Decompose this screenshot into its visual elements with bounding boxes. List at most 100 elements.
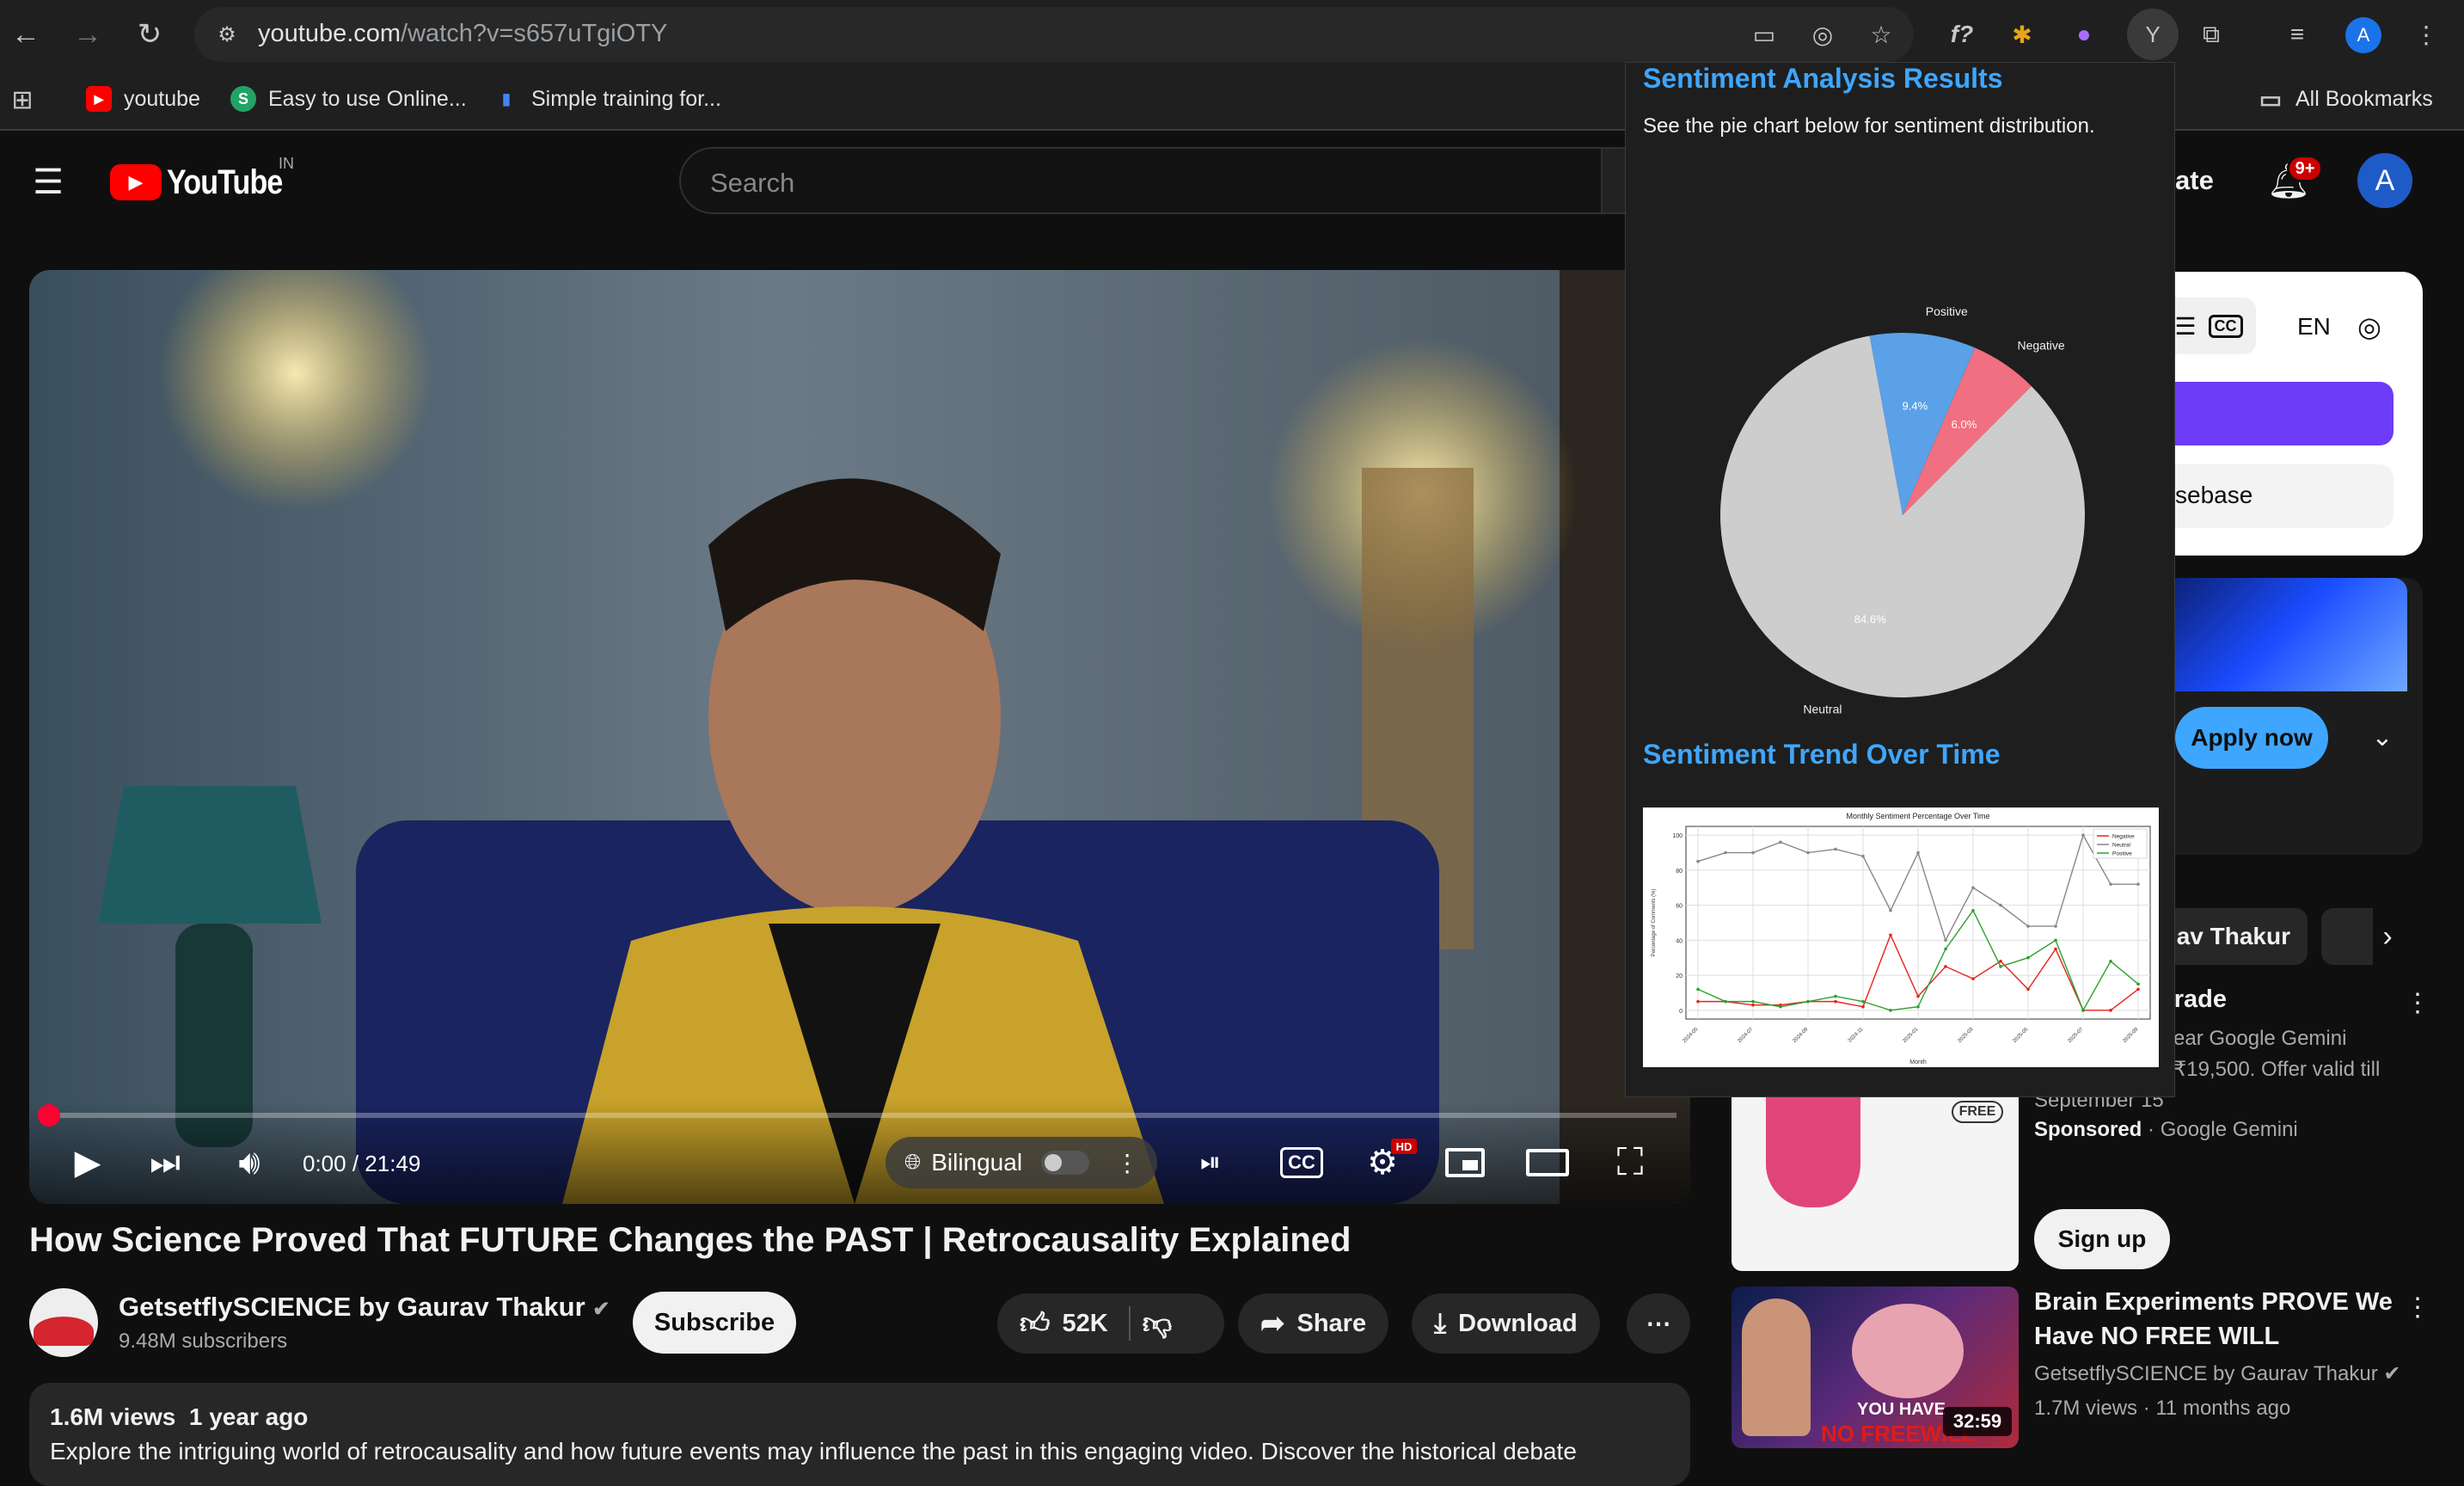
codebase-label: sebase <box>2175 482 2253 508</box>
rec-more-icon[interactable]: ⋮ <box>2400 1290 2435 1324</box>
ai-extension-icon[interactable]: ● <box>2065 15 2103 53</box>
pie-pct-label: 6.0% <box>1952 418 1977 431</box>
video-title: How Science Proved That FUTURE Changes t… <box>29 1221 1352 1259</box>
bookmark-youtube[interactable]: ▶ youtube <box>86 86 200 112</box>
channel-name[interactable]: GetsetflySCIENCE by Gaurav Thakur ✔ <box>119 1292 610 1323</box>
rec-thumbnail[interactable]: YOU HAVE NO FREEWILL 32:59 <box>1732 1286 2019 1448</box>
colorful-extension-icon[interactable]: ✱ <box>2003 15 2041 53</box>
play-icon[interactable]: ▶ <box>64 1139 112 1187</box>
video-metadata: How Science Proved That FUTURE Changes t… <box>29 1221 1690 1260</box>
free-badge: FREE <box>1952 1101 2003 1123</box>
ad-more-icon[interactable]: ⋮ <box>2400 986 2435 1020</box>
bar-logo-icon: ▮ <box>502 89 511 107</box>
trend-point-positive <box>2026 955 2030 960</box>
create-button-label[interactable]: ate <box>2175 165 2214 196</box>
rec-title-line-2[interactable]: Have NO FREE WILL <box>2034 1319 2279 1354</box>
bookmark-easy-online[interactable]: S Easy to use Online... <box>230 86 467 112</box>
reading-list-icon[interactable]: ≡ <box>2278 15 2316 53</box>
bilingual-switch[interactable] <box>1041 1151 1090 1175</box>
next-icon[interactable]: ⏭︎ <box>141 1139 189 1187</box>
subscribe-button[interactable]: Subscribe <box>633 1292 796 1354</box>
hamburger-menu-icon[interactable]: ☰ <box>26 160 70 205</box>
trend-point-positive <box>1834 994 1837 998</box>
all-bookmarks[interactable]: ▭ All Bookmarks <box>2258 86 2433 113</box>
forward-button[interactable]: → <box>65 12 110 57</box>
sentiment-trend-chart: Monthly Sentiment Percentage Over Time 0 2… <box>1652 812 2151 1065</box>
trend-xtick-label: 2025-03 <box>1958 1027 1975 1044</box>
trend-point-negative <box>1834 999 1837 1004</box>
reload-button[interactable]: ↻ <box>127 12 172 57</box>
address-bar[interactable]: ⚙ youtube.com/watch?v=s657uTgiOTY ▭ ◎ ☆ <box>194 7 1914 62</box>
menu-dots-icon[interactable]: ⋮ <box>2407 15 2445 53</box>
extensions-puzzle-icon[interactable]: ⧉ <box>2192 15 2230 53</box>
bilingual-more-icon[interactable]: ⋮ <box>1115 1149 1139 1177</box>
back-button[interactable]: ← <box>3 12 48 57</box>
trend-point-negative <box>2054 947 2057 951</box>
trend-legend-label: Negative <box>2112 834 2135 840</box>
rec-channel[interactable]: GetsetflySCIENCE by Gaurav Thakur ✔ <box>2034 1359 2400 1390</box>
description-box[interactable]: 1.6M views 1 year ago Explore the intrig… <box>29 1383 1690 1486</box>
download-button[interactable]: ⤓ Download <box>1412 1293 1600 1354</box>
hide-icon[interactable]: ◎ <box>1804 15 1842 53</box>
thumbs-up-icon[interactable]: 👍︎ <box>1020 1306 1051 1342</box>
bilingual-label: Bilingual <box>931 1149 1023 1176</box>
youtube-logo[interactable]: ▶ YouTube <box>110 163 303 201</box>
list-icon[interactable]: ☰ <box>2174 312 2196 341</box>
rec-thumb-text-1: YOU HAVE <box>1857 1400 1946 1419</box>
trend-heading: Sentiment Trend Over Time <box>1643 739 2001 770</box>
trend-ytick-label: 40 <box>1676 938 1683 944</box>
sentiment-extension-icon[interactable]: Y <box>2127 9 2179 60</box>
profile-avatar[interactable]: A <box>2345 17 2381 53</box>
settings-target-icon[interactable]: ◎ <box>2352 310 2387 344</box>
bookmark-star-icon[interactable]: ☆ <box>1862 15 1900 53</box>
trend-ytick-label: 20 <box>1676 973 1683 979</box>
time-display: 0:00 / 21:49 <box>303 1151 421 1176</box>
trend-point-positive <box>1751 999 1755 1004</box>
like-count[interactable]: 52K <box>1063 1310 1108 1338</box>
sign-up-button[interactable]: Sign up <box>2034 1209 2170 1269</box>
miniplayer-icon[interactable] <box>1441 1139 1489 1187</box>
all-bookmarks-label: All Bookmarks <box>2295 86 2433 111</box>
chip-next[interactable] <box>2321 908 2373 965</box>
apply-now-button[interactable]: Apply now <box>2175 707 2328 769</box>
progress-scrubber[interactable] <box>38 1104 60 1127</box>
ad-line-2: ₹19,500. Offer valid till <box>2173 1058 2381 1081</box>
trend-point-neutral <box>2136 882 2140 886</box>
youtube-icon: ▶ <box>86 86 112 112</box>
site-info-icon[interactable]: ⚙ <box>211 19 242 50</box>
trend-point-neutral <box>1861 854 1865 858</box>
theater-mode-icon[interactable] <box>1523 1139 1572 1187</box>
trend-point-neutral <box>1971 886 1975 890</box>
chevron-down-icon[interactable]: ⌄ <box>2361 715 2404 758</box>
install-app-icon[interactable]: ▭ <box>1745 15 1783 53</box>
channel-avatar[interactable] <box>29 1288 98 1357</box>
autoplay-toggle-icon[interactable]: ⏯︎ <box>1178 1139 1243 1187</box>
fullscreen-icon[interactable]: ⛶ <box>1606 1139 1654 1187</box>
more-actions-button[interactable]: ⋯ <box>1627 1293 1690 1354</box>
search-input[interactable]: Search <box>679 147 1625 214</box>
trend-point-positive <box>1861 999 1865 1004</box>
formula-extension-icon[interactable]: f? <box>1943 15 1981 53</box>
language-label[interactable]: EN <box>2297 313 2331 341</box>
cc-icon[interactable]: CC <box>2208 314 2243 338</box>
pie-pct-label: 9.4% <box>1903 400 1928 413</box>
trend-point-neutral <box>1889 908 1892 912</box>
pie-category-label: Negative <box>2017 339 2064 353</box>
progress-bar[interactable] <box>43 1113 1676 1118</box>
account-avatar[interactable]: A <box>2357 153 2412 208</box>
captions-icon[interactable]: CC <box>1278 1139 1326 1187</box>
trend-chart-container: Monthly Sentiment Percentage Over Time 0 2… <box>1643 807 2159 1067</box>
rec-thumb-person <box>1742 1299 1811 1436</box>
video-player[interactable]: ▶ ⏭︎ 🔊︎ 0:00 / 21:49 🌐︎ Bilingual ⋮ ⏯︎ C… <box>29 270 1690 1204</box>
bilingual-toggle[interactable]: 🌐︎ Bilingual ⋮ <box>886 1137 1157 1188</box>
ad-thumbnail[interactable]: FREE <box>1732 1078 2019 1271</box>
share-button[interactable]: ➦ Share <box>1238 1293 1389 1354</box>
apps-grid-icon[interactable]: ⊞ <box>7 84 38 115</box>
chevron-right-icon[interactable]: › <box>2366 915 2409 958</box>
divider <box>1128 1306 1131 1341</box>
url-text[interactable]: youtube.com/watch?v=s657uTgiOTY <box>258 20 667 48</box>
rec-title-line-1[interactable]: Brain Experiments PROVE We <box>2034 1285 2393 1319</box>
volume-icon[interactable]: 🔊︎ <box>225 1139 273 1187</box>
bookmark-simple-training[interactable]: ▮ Simple training for... <box>493 86 721 112</box>
thumbs-down-icon[interactable]: 👎︎ <box>1143 1306 1173 1342</box>
